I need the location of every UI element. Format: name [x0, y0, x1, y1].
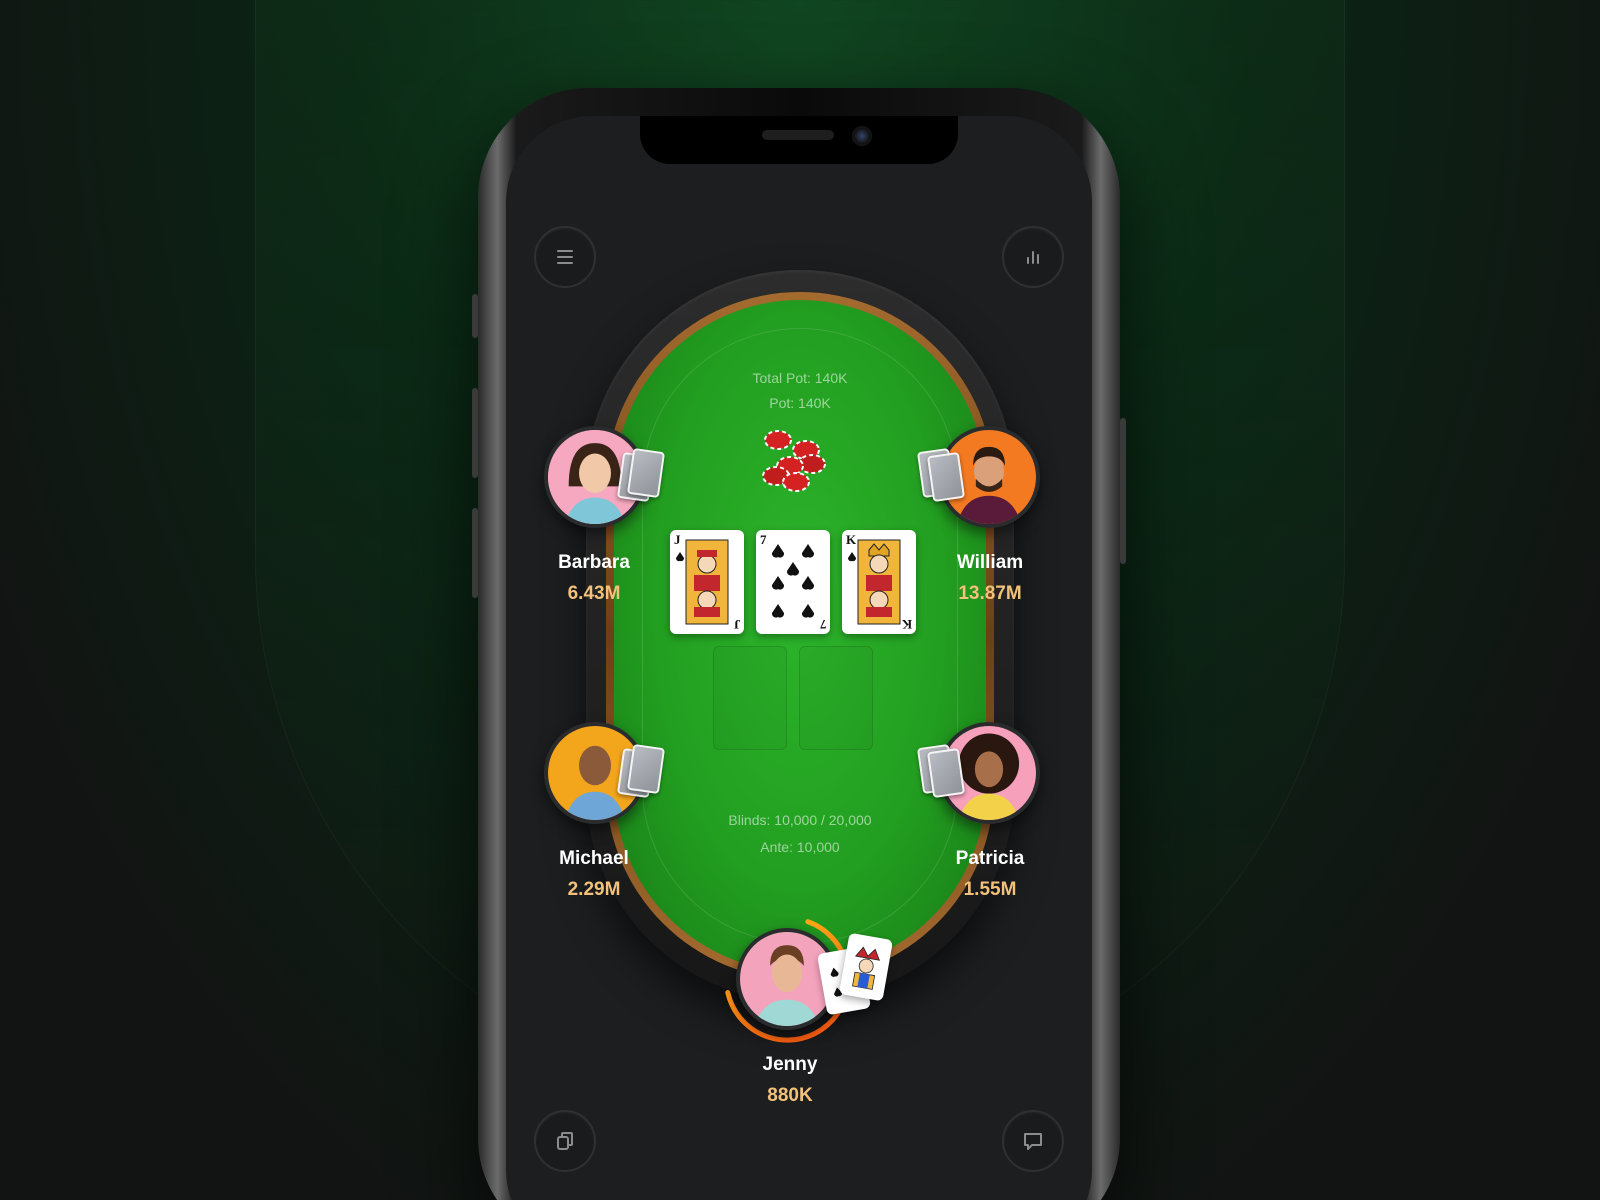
stats-button[interactable] — [1002, 226, 1064, 288]
phone-volume-up — [472, 388, 478, 478]
copy-cards-icon — [557, 1132, 573, 1150]
blinds-label: Blinds: 10,000 / 20,000 — [728, 812, 872, 828]
card-rank: J — [674, 532, 681, 547]
notch — [640, 116, 958, 164]
player-name-michael: Michael — [559, 848, 629, 869]
joker-card-icon — [852, 946, 881, 990]
chip-stack-icon — [762, 430, 826, 492]
hole-card-2 — [838, 932, 894, 1002]
phone-volume-down — [472, 508, 478, 598]
speaker-grille — [762, 130, 834, 140]
phone-silent-switch — [472, 294, 478, 338]
community-card-1: J J — [670, 530, 744, 634]
empty-card-slot-river — [799, 646, 873, 750]
cards-button[interactable] — [534, 1110, 596, 1172]
card-rank: K — [846, 532, 857, 547]
empty-card-slot-turn — [713, 646, 787, 750]
card-rank: J — [733, 617, 741, 632]
player-chips-jenny: 880K — [767, 1085, 813, 1106]
player-chips-michael: 2.29M — [567, 879, 621, 900]
card-rank: K — [901, 617, 912, 632]
total-pot-label: Total Pot: 140K — [752, 370, 848, 386]
card-rank: 7 — [819, 617, 827, 632]
man-portrait-icon — [740, 932, 834, 1026]
card-rank: 7 — [760, 532, 767, 547]
phone-frame: Total Pot: 140K Pot: 140K J J 7 7 K K Bl… — [472, 88, 1126, 1200]
player-name-jenny: Jenny — [762, 1054, 818, 1075]
player-name-barbara: Barbara — [558, 552, 630, 573]
player-name-william: William — [956, 552, 1024, 573]
player-chips-patricia: 1.55M — [963, 879, 1017, 900]
player-chips-william: 13.87M — [958, 583, 1022, 604]
player-name-patricia: Patricia — [955, 848, 1025, 869]
hole-cards-william — [916, 447, 968, 503]
community-card-2: 7 7 — [756, 530, 830, 634]
phone-power-button — [1120, 418, 1126, 564]
pot-label: Pot: 140K — [769, 395, 831, 411]
player-chips-barbara: 6.43M — [567, 583, 621, 604]
hole-cards-jenny — [816, 932, 894, 1016]
phone-screen: Total Pot: 140K Pot: 140K J J 7 7 K K Bl… — [506, 116, 1092, 1200]
hole-cards-michael — [616, 743, 666, 799]
chat-button[interactable] — [1002, 1110, 1064, 1172]
chat-bubble-icon — [1024, 1133, 1042, 1150]
hole-cards-patricia — [916, 743, 968, 799]
front-camera — [852, 126, 872, 146]
hole-cards-barbara — [616, 447, 666, 503]
community-card-3: K K — [842, 530, 916, 634]
bar-chart-icon — [1027, 251, 1039, 264]
ante-label: Ante: 10,000 — [760, 839, 840, 855]
hamburger-menu-icon — [557, 250, 573, 264]
menu-button[interactable] — [534, 226, 596, 288]
